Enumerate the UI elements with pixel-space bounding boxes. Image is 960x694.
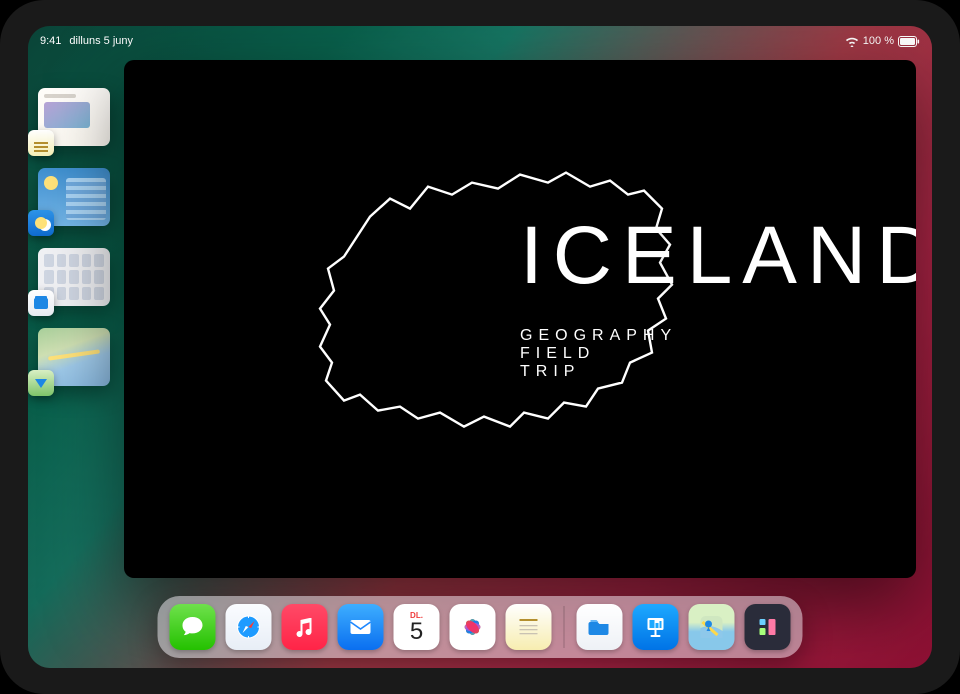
dock-app-stage-manager[interactable] [745,604,791,650]
status-time: 9:41 [40,35,61,47]
dock-app-calendar[interactable]: DL. 5 [394,604,440,650]
dock-app-files[interactable] [577,604,623,650]
status-date: dilluns 5 juny [69,35,133,47]
dock-app-music[interactable] [282,604,328,650]
wifi-icon [845,36,859,47]
dock-app-mail[interactable] [338,604,384,650]
dock: DL. 5 [158,596,803,658]
maps-icon [28,370,54,396]
dock-app-notes[interactable] [506,604,552,650]
dock-app-messages[interactable] [170,604,216,650]
weather-icon [28,210,54,236]
calendar-day: 5 [410,620,423,644]
dock-separator [564,606,565,648]
status-battery-text: 100 % [863,35,894,47]
switcher-thumb-weather[interactable] [38,168,110,226]
dock-app-safari[interactable] [226,604,272,650]
screen: 9:41 dilluns 5 juny 100 % [28,26,932,668]
active-window-keynote[interactable]: ICELAND GEOGRAPHY FIELD TRIP [124,60,916,578]
battery-icon [898,36,920,47]
dock-app-maps[interactable] [689,604,735,650]
stage-manager-switcher [38,88,110,386]
switcher-thumb-notes[interactable] [38,88,110,146]
files-icon [28,290,54,316]
dock-app-keynote[interactable] [633,604,679,650]
notes-icon [28,130,54,156]
device-bezel: 9:41 dilluns 5 juny 100 % [0,0,960,694]
dock-app-photos[interactable] [450,604,496,650]
switcher-thumb-maps[interactable] [38,328,110,386]
switcher-thumb-files[interactable] [38,248,110,306]
status-bar: 9:41 dilluns 5 juny 100 % [28,32,932,50]
